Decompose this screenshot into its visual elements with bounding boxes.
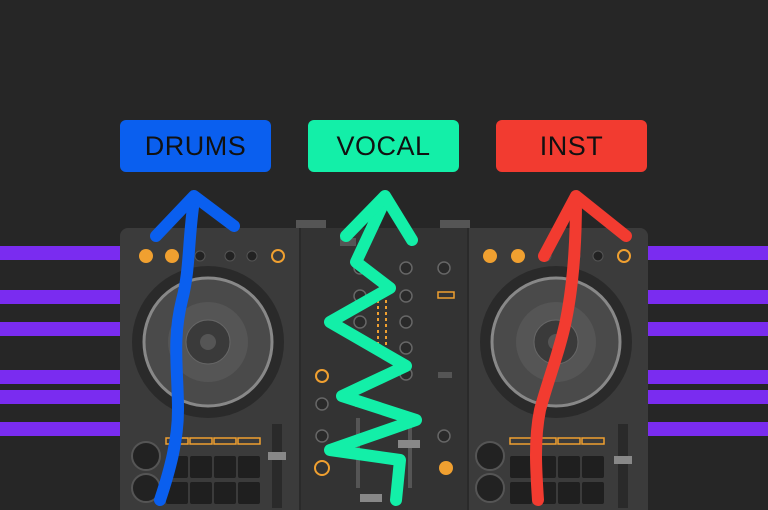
left-stripes [0, 246, 122, 436]
right-stripes [646, 246, 768, 436]
drums-label: DRUMS [120, 120, 271, 172]
dj-controller-illustration [0, 190, 768, 510]
jog-wheel-icon [132, 266, 284, 418]
vocal-label: VOCAL [308, 120, 459, 172]
inst-label: INST [496, 120, 647, 172]
